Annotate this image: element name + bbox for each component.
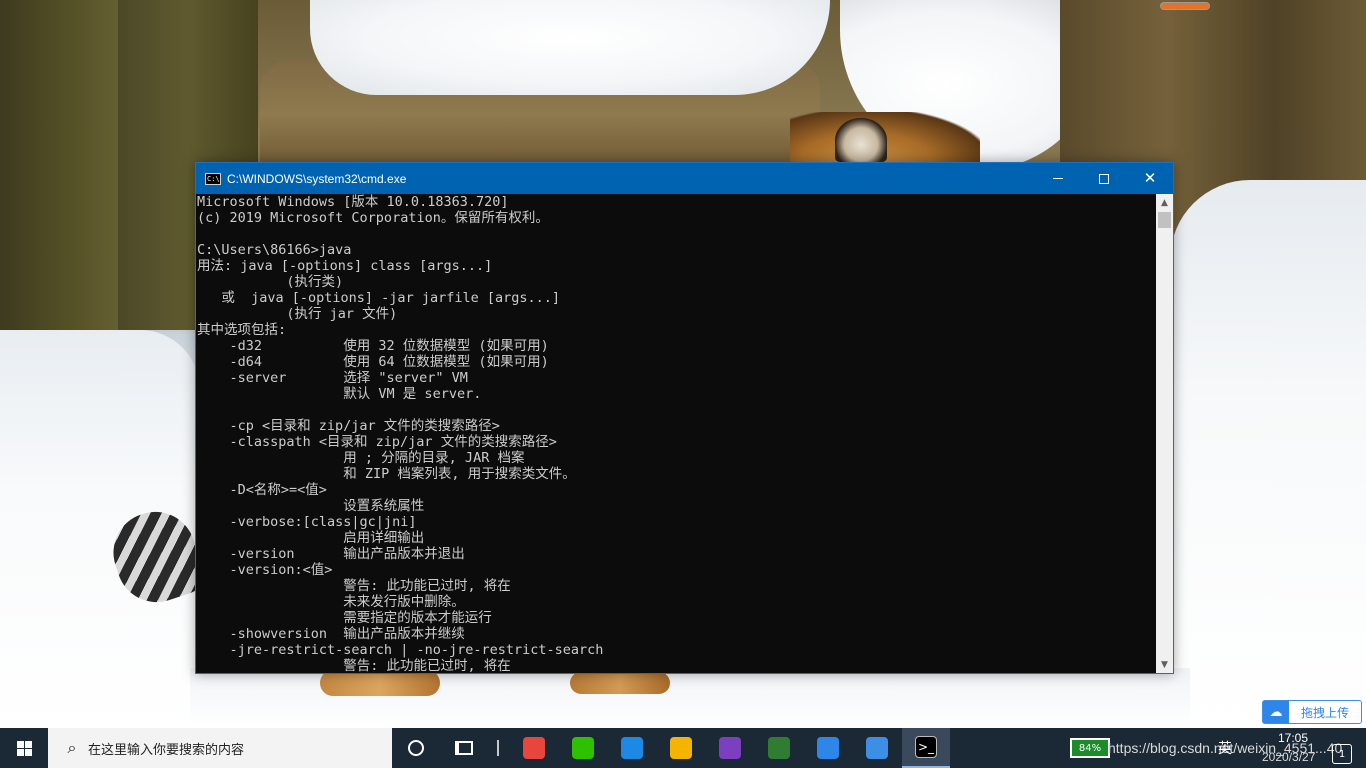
- file-explorer-icon: [670, 737, 692, 759]
- chrome-icon: [523, 737, 545, 759]
- taskbar-app-cmd[interactable]: >_: [902, 728, 950, 768]
- wechat-icon: [572, 737, 594, 759]
- console-line: -showversion 输出产品版本并继续: [197, 626, 465, 642]
- wallpaper-snowfield-right: [1170, 180, 1366, 728]
- wallpaper-tiger-ear: [835, 118, 887, 162]
- ime-indicator[interactable]: 英: [1218, 738, 1232, 758]
- console-line: C:\Users\86166>java: [197, 242, 352, 258]
- console-line: 其中选项包括:: [197, 322, 287, 338]
- scroll-down-arrow-icon[interactable]: ▼: [1156, 656, 1173, 673]
- system-tray: 84% https://blog.csdn.net/weixin_4551...…: [1070, 728, 1366, 768]
- editor-icon: [768, 737, 790, 759]
- console-line: 警告: 此功能已过时, 将在: [197, 658, 511, 673]
- upload-label: 拖拽上传: [1301, 705, 1350, 720]
- console-line: 用 ; 分隔的目录, JAR 档案: [197, 450, 525, 466]
- battery-indicator[interactable]: 84%: [1070, 738, 1110, 758]
- taskbar-app-editor[interactable]: [755, 728, 803, 768]
- taskbar-app-app-store[interactable]: [608, 728, 656, 768]
- close-icon: ✕: [1143, 169, 1157, 187]
- taskbar-app-visual-studio[interactable]: [706, 728, 754, 768]
- console-line: -version:<值>: [197, 562, 333, 578]
- cmd-app-icon[interactable]: C:\: [205, 172, 221, 185]
- console-line: 需要指定的版本才能运行: [197, 610, 492, 626]
- vertical-scrollbar[interactable]: ▲ ▼: [1156, 194, 1173, 673]
- app-store-icon: [621, 737, 643, 759]
- console-line: (执行类): [197, 274, 344, 290]
- scroll-thumb[interactable]: [1158, 212, 1171, 228]
- visual-studio-icon: [719, 737, 741, 759]
- upload-widget[interactable]: ☁ 拖拽上传: [1262, 700, 1362, 724]
- wallpaper-tree-left: [0, 0, 135, 360]
- minimize-icon: [1053, 178, 1063, 179]
- cortana-button[interactable]: [392, 728, 440, 768]
- taskbar-separator: [497, 740, 499, 756]
- console-line: 警告: 此功能已过时, 将在: [197, 578, 511, 594]
- console-line: 用法: java [-options] class [args...]: [197, 258, 493, 274]
- remote-app-icon: [866, 737, 888, 759]
- console-line: 默认 VM 是 server.: [197, 386, 482, 402]
- console-output[interactable]: Microsoft Windows [版本 10.0.18363.720] (c)…: [196, 194, 1156, 673]
- taskbar-search-box[interactable]: ⌕ 在这里输入你要搜索的内容: [48, 728, 392, 768]
- console-line: -D<名称>=<值>: [197, 482, 327, 498]
- scroll-up-arrow-icon[interactable]: ▲: [1156, 194, 1173, 211]
- close-button[interactable]: ✕: [1127, 163, 1173, 194]
- clock-time[interactable]: 17:05: [1278, 731, 1308, 745]
- cmd-window[interactable]: C:\ C:\WINDOWS\system32\cmd.exe ✕ Micros…: [195, 162, 1174, 674]
- console-line: 未来发行版中删除。: [197, 594, 465, 610]
- start-button[interactable]: [0, 728, 48, 768]
- notification-center-button[interactable]: 1: [1332, 744, 1352, 764]
- console-line: 和 ZIP 档案列表, 用于搜索类文件。: [197, 466, 576, 482]
- console-line: -cp <目录和 zip/jar 文件的类搜索路径>: [197, 418, 500, 434]
- console-line: -version 输出产品版本并退出: [197, 546, 465, 562]
- window-titlebar[interactable]: C:\ C:\WINDOWS\system32\cmd.exe ✕: [196, 163, 1173, 194]
- cortana-icon: [408, 740, 424, 756]
- task-view-icon: [455, 741, 473, 755]
- search-icon: ⌕: [67, 738, 77, 757]
- taskbar-app-wechat[interactable]: [559, 728, 607, 768]
- console-line: -verbose:[class|gc|jni]: [197, 514, 417, 530]
- search-placeholder: 在这里输入你要搜索的内容: [88, 742, 245, 758]
- taskbar: ⌕ 在这里输入你要搜索的内容 >_ 84% https://blog.csdn.…: [0, 728, 1366, 768]
- console-line: (执行 jar 文件): [197, 306, 398, 322]
- wallpaper-tiger-paw: [570, 672, 670, 694]
- maximize-button[interactable]: [1081, 163, 1127, 194]
- console-line: Microsoft Windows [版本 10.0.18363.720]: [197, 194, 509, 210]
- console-line: (c) 2019 Microsoft Corporation。保留所有权利。: [197, 210, 549, 226]
- console-line: -d32 使用 32 位数据模型 (如果可用): [197, 338, 549, 354]
- window-title: C:\WINDOWS\system32\cmd.exe: [227, 171, 407, 186]
- baidu-netdisk-icon: [817, 737, 839, 759]
- console-line: -server 选择 "server" VM: [197, 370, 468, 386]
- top-indicator-bar: [1160, 2, 1210, 10]
- windows-logo-icon: [16, 740, 32, 756]
- taskbar-app-remote-app[interactable]: [853, 728, 901, 768]
- cloud-icon: ☁: [1263, 701, 1289, 723]
- cmd-icon: >_: [915, 736, 937, 758]
- taskbar-app-file-explorer[interactable]: [657, 728, 705, 768]
- clock-date[interactable]: 2020/3/27: [1262, 750, 1315, 764]
- console-line: -d64 使用 64 位数据模型 (如果可用): [197, 354, 549, 370]
- maximize-icon: [1099, 173, 1109, 184]
- wallpaper-snow-top: [310, 0, 830, 95]
- console-line: -classpath <目录和 zip/jar 文件的类搜索路径>: [197, 434, 557, 450]
- console-line: -jre-restrict-search | -no-jre-restrict-…: [197, 642, 604, 658]
- task-view-button[interactable]: [440, 728, 488, 768]
- minimize-button[interactable]: [1035, 163, 1081, 194]
- taskbar-app-chrome[interactable]: [510, 728, 558, 768]
- console-line: 设置系统属性: [197, 498, 425, 514]
- console-line: 启用详细输出: [197, 530, 425, 546]
- taskbar-app-baidu-netdisk[interactable]: [804, 728, 852, 768]
- console-line: 或 java [-options] -jar jarfile [args...]: [197, 290, 560, 306]
